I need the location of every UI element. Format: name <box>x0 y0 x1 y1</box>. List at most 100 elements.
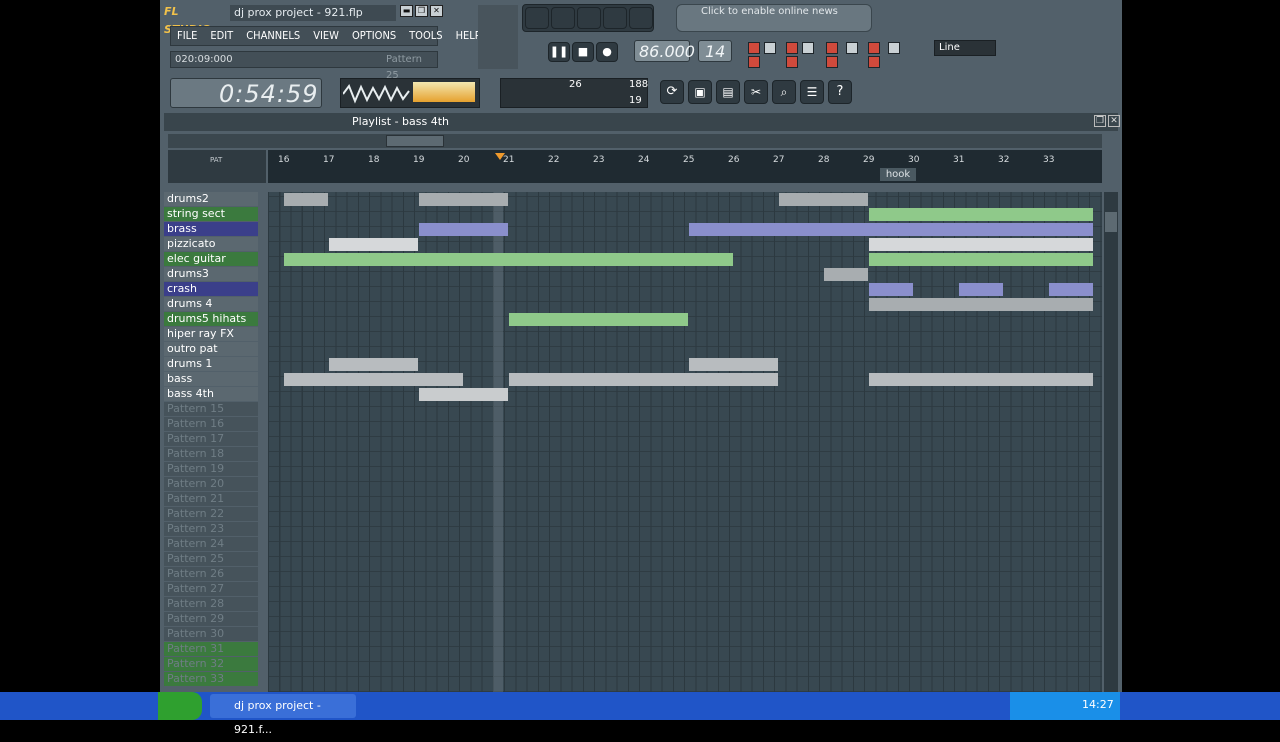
pause-button[interactable]: ❚❚ <box>548 42 570 62</box>
track-label[interactable]: Pattern 21 <box>164 492 258 506</box>
track-label[interactable]: Pattern 27 <box>164 582 258 596</box>
pattern-clip[interactable] <box>283 253 733 266</box>
track-label[interactable]: Pattern 26 <box>164 567 258 581</box>
toggle-button-4[interactable] <box>802 42 814 54</box>
track-label[interactable]: outro pat <box>164 342 258 356</box>
pattern-clip[interactable] <box>1048 283 1093 296</box>
track-label[interactable]: bass <box>164 372 258 386</box>
pattern-clip[interactable] <box>508 313 688 326</box>
toggle-button-7[interactable] <box>868 42 880 54</box>
menu-view[interactable]: VIEW <box>307 27 346 45</box>
pattern-clip[interactable] <box>778 193 868 206</box>
pattern-clip[interactable] <box>283 193 328 206</box>
marker-hook[interactable]: hook <box>880 168 916 181</box>
track-label[interactable]: elec guitar <box>164 252 258 266</box>
step-seq-view-icon[interactable] <box>551 7 575 29</box>
tempo-display[interactable]: 86.000 <box>634 40 695 62</box>
track-label[interactable]: brass <box>164 222 258 236</box>
track-label[interactable]: Pattern 33 <box>164 672 258 686</box>
pattern-selector[interactable]: 14 <box>698 40 732 62</box>
track-label[interactable]: drums5 hihats <box>164 312 258 326</box>
pattern-clip[interactable] <box>868 283 913 296</box>
news-panel[interactable]: Click to enable online news <box>676 4 872 32</box>
track-label[interactable]: crash <box>164 282 258 296</box>
pattern-clip[interactable] <box>328 238 418 251</box>
pattern-clip[interactable] <box>958 283 1003 296</box>
horizontal-scrollbar[interactable] <box>168 134 1102 148</box>
pattern-clip[interactable] <box>868 373 1093 386</box>
snap-select[interactable]: Line <box>934 40 996 56</box>
pattern-clip[interactable] <box>868 208 1093 221</box>
pattern-clip[interactable] <box>328 358 418 371</box>
playlist-close-icon[interactable]: ✕ <box>1108 115 1120 127</box>
taskbar-item[interactable]: dj prox project - 921.f... <box>210 694 356 736</box>
cut-icon[interactable]: ✂ <box>744 80 768 104</box>
help-icon[interactable]: ? <box>828 80 852 104</box>
pattern-clip[interactable] <box>508 373 778 386</box>
menu-file[interactable]: FILE <box>171 27 204 45</box>
menu-channels[interactable]: CHANNELS <box>240 27 307 45</box>
track-label[interactable]: Pattern 28 <box>164 597 258 611</box>
track-label[interactable]: drums 4 <box>164 297 258 311</box>
playlist-grid[interactable] <box>268 192 1102 692</box>
menu-options[interactable]: OPTIONS <box>346 27 403 45</box>
pattern-clip[interactable] <box>868 298 1093 311</box>
toggle-button-8[interactable] <box>888 42 900 54</box>
pattern-clip[interactable] <box>418 388 508 401</box>
start-button[interactable] <box>158 692 202 720</box>
minimize-icon[interactable]: ▬ <box>400 5 413 17</box>
track-label[interactable]: hiper ray FX <box>164 327 258 341</box>
search-icon[interactable]: ⌕ <box>772 80 796 104</box>
track-label[interactable]: Pattern 29 <box>164 612 258 626</box>
pattern-clip[interactable] <box>823 268 868 281</box>
mixer-view-icon[interactable] <box>629 7 653 29</box>
toggle-button-1[interactable] <box>748 42 760 54</box>
maximize-icon[interactable]: ❐ <box>415 5 428 17</box>
vertical-scrollbar[interactable] <box>1104 192 1118 692</box>
track-label[interactable]: Pattern 17 <box>164 432 258 446</box>
notes-icon[interactable]: ☰ <box>800 80 824 104</box>
track-label[interactable]: Pattern 24 <box>164 537 258 551</box>
toggle-button-5[interactable] <box>826 42 838 54</box>
track-label[interactable]: drums3 <box>164 267 258 281</box>
track-label[interactable]: Pattern 15 <box>164 402 258 416</box>
browser-view-icon[interactable] <box>603 7 627 29</box>
track-label[interactable]: pizzicato <box>164 237 258 251</box>
timeline-ruler[interactable]: hook 16 17 18 19 20 21 22 23 24 25 26 27 28 29 30 31 32 3… <box>268 150 1102 183</box>
pattern-clip[interactable] <box>868 253 1093 266</box>
track-label[interactable]: Pattern 32 <box>164 657 258 671</box>
track-label[interactable]: Pattern 20 <box>164 477 258 491</box>
toggle-button-3[interactable] <box>786 42 798 54</box>
menu-edit[interactable]: EDIT <box>204 27 240 45</box>
pattern-clip[interactable] <box>418 223 508 236</box>
export-icon[interactable]: ▤ <box>716 80 740 104</box>
close-icon[interactable]: ✕ <box>430 5 443 17</box>
track-label[interactable]: Pattern 30 <box>164 627 258 641</box>
pattern-clip[interactable] <box>688 358 778 371</box>
pattern-clip[interactable] <box>688 223 1093 236</box>
playlist-view-icon[interactable] <box>525 7 549 29</box>
track-label[interactable]: bass 4th <box>164 387 258 401</box>
toggle-button-12[interactable] <box>868 56 880 68</box>
toggle-button-2[interactable] <box>764 42 776 54</box>
track-label[interactable]: Pattern 22 <box>164 507 258 521</box>
refresh-icon[interactable]: ⟳ <box>660 80 684 104</box>
menu-tools[interactable]: TOOLS <box>403 27 449 45</box>
track-label[interactable]: string sect <box>164 207 258 221</box>
toggle-button-10[interactable] <box>786 56 798 68</box>
track-label[interactable]: drums2 <box>164 192 258 206</box>
master-pitch-slider[interactable] <box>496 5 518 69</box>
track-label[interactable]: Pattern 16 <box>164 417 258 431</box>
scroll-thumb[interactable] <box>386 135 444 147</box>
toggle-button-6[interactable] <box>846 42 858 54</box>
track-label[interactable]: Pattern 18 <box>164 447 258 461</box>
save-icon[interactable]: ▣ <box>688 80 712 104</box>
record-button[interactable]: ● <box>596 42 618 62</box>
track-label[interactable]: Pattern 31 <box>164 642 258 656</box>
track-label[interactable]: Pattern 25 <box>164 552 258 566</box>
pattern-clip[interactable] <box>283 373 463 386</box>
track-label[interactable]: Pattern 23 <box>164 522 258 536</box>
piano-roll-view-icon[interactable] <box>577 7 601 29</box>
playlist-detach-icon[interactable]: ❐ <box>1094 115 1106 127</box>
vertical-scroll-thumb[interactable] <box>1105 212 1117 232</box>
